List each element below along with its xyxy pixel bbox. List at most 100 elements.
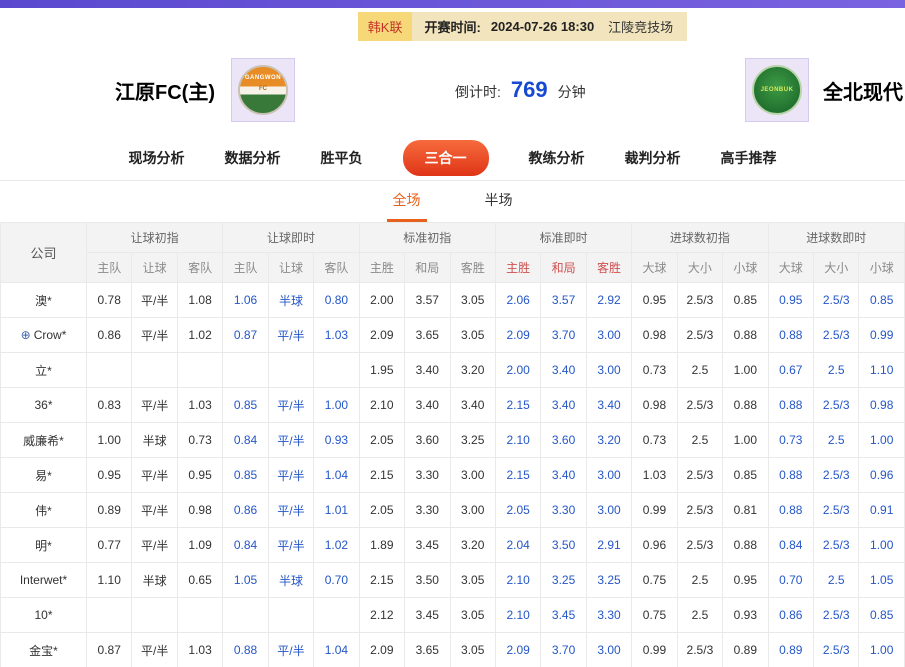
odds-cell: 1.03	[632, 458, 677, 493]
odds-cell: 2.15	[359, 458, 404, 493]
group-header: 标准即时	[495, 223, 631, 253]
odds-cell: 3.30	[541, 493, 586, 528]
odds-cell: 0.93	[314, 423, 359, 458]
odds-cell: 2.05	[359, 423, 404, 458]
odds-cell: 平/半	[132, 283, 177, 318]
odds-cell: 3.00	[586, 318, 631, 353]
subtab-2[interactable]: 半场	[479, 180, 519, 222]
nav-item-2[interactable]: 数据分析	[225, 148, 281, 168]
odds-cell: 平/半	[132, 633, 177, 667]
odds-cell: 0.89	[87, 493, 132, 528]
odds-cell: 2.5/3	[814, 528, 859, 563]
odds-cell: 平/半	[132, 493, 177, 528]
odds-cell: 平/半	[268, 318, 313, 353]
odds-cell: 2.5	[677, 563, 722, 598]
company-cell[interactable]: 易*	[1, 458, 87, 493]
company-cell[interactable]: 澳*	[1, 283, 87, 318]
company-cell[interactable]: 36*	[1, 388, 87, 423]
odds-cell: 0.95	[768, 283, 813, 318]
odds-cell: 0.73	[632, 353, 677, 388]
table-row: 伟*0.89平/半0.980.86平/半1.012.053.303.002.05…	[1, 493, 905, 528]
odds-cell: 3.45	[405, 528, 450, 563]
group-header: 进球数初指	[632, 223, 768, 253]
home-team-logo: GANGWON FC	[231, 58, 295, 122]
nav-item-3[interactable]: 胜平负	[321, 148, 363, 168]
main-nav: 现场分析 数据分析 胜平负 三合一 教练分析 裁判分析 高手推荐	[0, 136, 905, 181]
odds-cell: 2.5	[814, 423, 859, 458]
odds-cell: 3.30	[405, 458, 450, 493]
odds-cell: 2.5/3	[814, 318, 859, 353]
odds-cell: 0.85	[859, 283, 905, 318]
odds-cell: 半球	[132, 563, 177, 598]
odds-cell: 0.87	[87, 633, 132, 667]
company-cell[interactable]: 明*	[1, 528, 87, 563]
odds-cell: 2.5/3	[814, 283, 859, 318]
away-team-name: 全北现代	[823, 76, 903, 105]
odds-cell: 3.60	[541, 423, 586, 458]
sub-header: 和局	[541, 253, 586, 283]
odds-cell: 2.5/3	[814, 388, 859, 423]
nav-item-1[interactable]: 现场分析	[129, 148, 185, 168]
odds-cell: 2.5	[814, 353, 859, 388]
nav-item-5[interactable]: 教练分析	[529, 148, 585, 168]
odds-cell: 1.05	[223, 563, 268, 598]
odds-cell: 1.00	[723, 353, 768, 388]
odds-cell: 0.75	[632, 563, 677, 598]
sub-header: 主胜	[359, 253, 404, 283]
odds-table-head: 公司 让球初指让球即时标准初指标准即时进球数初指进球数即时 主队让球客队主队让球…	[1, 223, 905, 283]
odds-cell: 3.05	[450, 283, 495, 318]
kickoff-time: 2024-07-26 18:30	[485, 12, 600, 41]
odds-cell: 3.20	[450, 353, 495, 388]
odds-cell: 2.09	[495, 318, 540, 353]
sub-header: 小球	[723, 253, 768, 283]
odds-cell: 2.5/3	[814, 633, 859, 667]
nav-item-7[interactable]: 高手推荐	[721, 148, 777, 168]
odds-cell: 0.88	[768, 458, 813, 493]
company-cell[interactable]: Interwet*	[1, 563, 87, 598]
kickoff-label: 开赛时间:	[412, 12, 484, 41]
odds-cell: 1.04	[314, 458, 359, 493]
odds-cell: 2.15	[495, 388, 540, 423]
odds-cell: 2.00	[495, 353, 540, 388]
company-cell[interactable]: 立*	[1, 353, 87, 388]
nav-item-4[interactable]: 三合一	[403, 140, 489, 176]
odds-cell: 2.5/3	[677, 388, 722, 423]
odds-cell: 1.00	[723, 423, 768, 458]
odds-cell: 0.86	[768, 598, 813, 633]
odds-cell: 3.00	[586, 493, 631, 528]
subtab-1[interactable]: 全场	[387, 180, 427, 222]
company-cell[interactable]: ⊕Crow*	[1, 318, 87, 353]
odds-cell: 0.96	[859, 458, 905, 493]
odds-cell: 平/半	[132, 458, 177, 493]
sub-header: 主队	[87, 253, 132, 283]
odds-cell: 平/半	[268, 423, 313, 458]
sub-header: 大球	[632, 253, 677, 283]
odds-cell: 3.25	[541, 563, 586, 598]
away-crest-text: JEONBUK	[761, 87, 794, 93]
odds-cell: 3.40	[405, 388, 450, 423]
company-cell[interactable]: 10*	[1, 598, 87, 633]
sub-header: 大小	[677, 253, 722, 283]
odds-cell	[177, 353, 222, 388]
group-header: 进球数即时	[768, 223, 904, 253]
company-cell[interactable]: 威廉希*	[1, 423, 87, 458]
odds-cell: 平/半	[268, 633, 313, 667]
company-cell[interactable]: 伟*	[1, 493, 87, 528]
odds-cell: 半球	[268, 563, 313, 598]
odds-cell: 0.67	[768, 353, 813, 388]
league-badge[interactable]: 韩K联	[358, 12, 413, 41]
odds-cell	[314, 598, 359, 633]
odds-cell: 0.73	[632, 423, 677, 458]
company-cell[interactable]: 金宝*	[1, 633, 87, 667]
nav-item-6[interactable]: 裁判分析	[625, 148, 681, 168]
kickoff-row: 韩K联 开赛时间: 2024-07-26 18:30 江陵竞技场	[0, 8, 905, 44]
odds-cell: 2.09	[359, 633, 404, 667]
away-crest-icon: JEONBUK	[752, 65, 802, 115]
odds-cell: 2.04	[495, 528, 540, 563]
odds-cell: 0.77	[87, 528, 132, 563]
odds-cell: 0.85	[223, 388, 268, 423]
table-row: Interwet*1.10半球0.651.05半球0.702.153.503.0…	[1, 563, 905, 598]
table-row: 明*0.77平/半1.090.84平/半1.021.893.453.202.04…	[1, 528, 905, 563]
odds-cell: 平/半	[268, 528, 313, 563]
odds-cell: 3.50	[541, 528, 586, 563]
